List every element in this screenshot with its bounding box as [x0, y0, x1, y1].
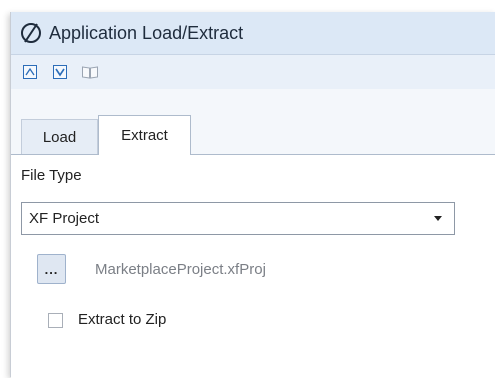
browse-button[interactable]: ... [37, 254, 66, 284]
title-bar: Application Load/Extract [11, 12, 495, 54]
extract-document-icon[interactable] [49, 61, 71, 83]
load-document-icon[interactable] [19, 61, 41, 83]
tab-extract[interactable]: Extract [98, 115, 191, 155]
onestream-logo-icon [19, 21, 43, 45]
tab-area: Load Extract File Type XF Project ... Ma… [11, 89, 495, 378]
file-type-value: XF Project [29, 210, 100, 227]
extract-to-zip-checkbox[interactable] [48, 313, 63, 328]
file-type-dropdown[interactable]: XF Project [21, 202, 455, 235]
tab-load-label: Load [42, 128, 77, 146]
file-path-text: MarketplaceProject.xfProj [95, 261, 266, 278]
extract-to-zip-label[interactable]: Extract to Zip [78, 311, 166, 328]
window-title: Application Load/Extract [49, 22, 244, 43]
application-load-extract-window: Application Load/Extract Load Extract Fi… [10, 12, 495, 378]
file-type-label: File Type [21, 167, 82, 184]
toolbar [11, 54, 495, 90]
extract-panel: File Type XF Project ... MarketplaceProj… [11, 154, 495, 378]
dropdown-arrow-icon [434, 216, 442, 221]
tab-load[interactable]: Load [21, 119, 98, 154]
tab-extract-label: Extract [121, 127, 168, 144]
open-book-icon[interactable] [79, 61, 101, 83]
